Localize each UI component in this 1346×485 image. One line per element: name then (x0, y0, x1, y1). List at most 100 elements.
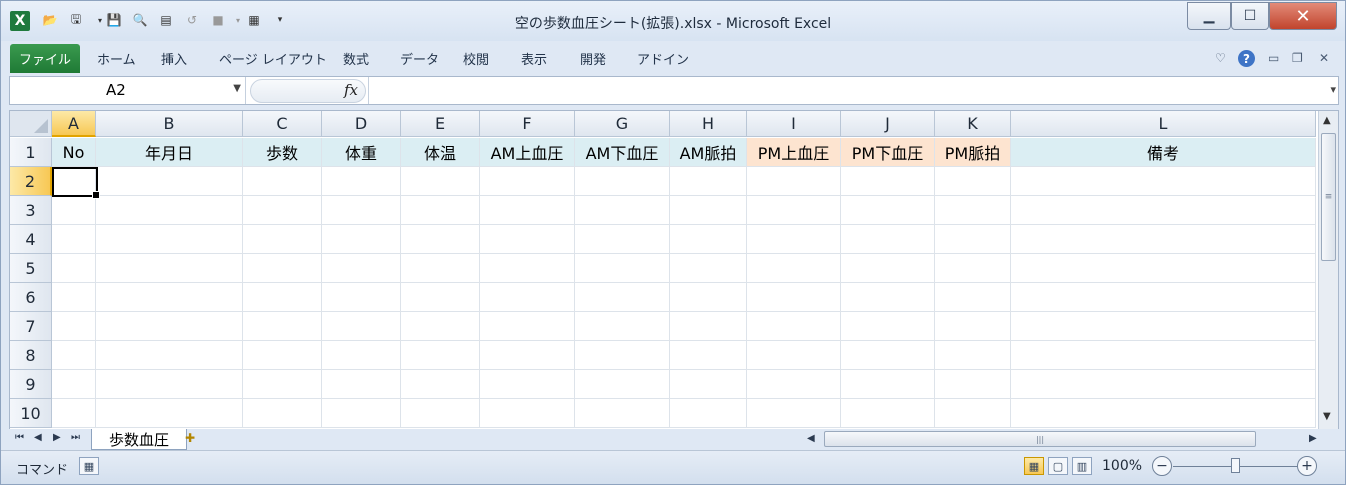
row-header-2[interactable]: 2 (10, 167, 52, 196)
cell-c5[interactable] (243, 254, 322, 283)
cell-b4[interactable] (96, 225, 243, 254)
cell-d5[interactable] (322, 254, 401, 283)
tab-formulas[interactable]: 数式 (343, 49, 369, 68)
scroll-down-icon[interactable]: ▼ (1323, 411, 1331, 422)
cell-e8[interactable] (401, 341, 480, 370)
row-header-6[interactable]: 6 (10, 283, 52, 312)
cell-a7[interactable] (52, 312, 96, 341)
cell-k9[interactable] (935, 370, 1011, 399)
cell-k7[interactable] (935, 312, 1011, 341)
active-cell-outline[interactable] (52, 167, 100, 199)
formula-input[interactable] (368, 77, 1318, 104)
name-box[interactable]: A2 ▼ (10, 77, 246, 104)
cell-i7[interactable] (747, 312, 841, 341)
column-header-l[interactable]: L (1011, 111, 1316, 137)
cell-d8[interactable] (322, 341, 401, 370)
header-cell-g[interactable]: AM下血圧 (575, 138, 670, 167)
horizontal-scrollbar[interactable]: ◀ ||| ▶ (799, 430, 1319, 449)
header-cell-h[interactable]: AM脈拍 (670, 138, 747, 167)
cell-i2[interactable] (747, 167, 841, 196)
zoom-slider-thumb[interactable] (1231, 458, 1240, 473)
column-header-b[interactable]: B (96, 111, 243, 137)
column-header-f[interactable]: F (480, 111, 575, 137)
cell-k6[interactable] (935, 283, 1011, 312)
header-cell-l[interactable]: 備考 (1011, 138, 1316, 167)
cell-i9[interactable] (747, 370, 841, 399)
cell-h6[interactable] (670, 283, 747, 312)
cell-i8[interactable] (747, 341, 841, 370)
cell-h2[interactable] (670, 167, 747, 196)
cell-k2[interactable] (935, 167, 1011, 196)
cell-f7[interactable] (480, 312, 575, 341)
vertical-scrollbar[interactable]: ▲ ≡ ▼ (1318, 111, 1338, 429)
tab-home[interactable]: ホーム (97, 49, 136, 68)
cell-g9[interactable] (575, 370, 670, 399)
cell-a4[interactable] (52, 225, 96, 254)
cell-b8[interactable] (96, 341, 243, 370)
maximize-button[interactable]: ☐ (1231, 2, 1269, 30)
cell-k10[interactable] (935, 399, 1011, 428)
cell-a5[interactable] (52, 254, 96, 283)
select-all-button[interactable] (10, 111, 52, 137)
cell-b3[interactable] (96, 196, 243, 225)
cell-g5[interactable] (575, 254, 670, 283)
cell-f8[interactable] (480, 341, 575, 370)
cell-k5[interactable] (935, 254, 1011, 283)
cell-b9[interactable] (96, 370, 243, 399)
cell-c2[interactable] (243, 167, 322, 196)
cell-b10[interactable] (96, 399, 243, 428)
cell-j8[interactable] (841, 341, 935, 370)
row-header-8[interactable]: 8 (10, 341, 52, 370)
cell-e10[interactable] (401, 399, 480, 428)
cell-j2[interactable] (841, 167, 935, 196)
header-cell-i[interactable]: PM上血圧 (747, 138, 841, 167)
tab-developer[interactable]: 開発 (580, 49, 606, 68)
cell-k4[interactable] (935, 225, 1011, 254)
minimize-ribbon-icon[interactable]: ♡ (1215, 51, 1226, 65)
tab-data[interactable]: データ (400, 49, 439, 68)
cell-f5[interactable] (480, 254, 575, 283)
cell-a6[interactable] (52, 283, 96, 312)
cell-k8[interactable] (935, 341, 1011, 370)
column-header-h[interactable]: H (670, 111, 747, 137)
cell-j3[interactable] (841, 196, 935, 225)
column-header-d[interactable]: D (322, 111, 401, 137)
cell-l8[interactable] (1011, 341, 1316, 370)
minimize-button[interactable]: ▁ (1187, 2, 1231, 30)
scroll-left-icon[interactable]: ◀ (807, 433, 815, 444)
last-sheet-icon[interactable]: ⏭ (71, 432, 80, 443)
cell-j6[interactable] (841, 283, 935, 312)
zoom-in-button[interactable]: + (1297, 456, 1317, 476)
row-header-7[interactable]: 7 (10, 312, 52, 341)
first-sheet-icon[interactable]: ⏮ (15, 432, 24, 443)
cell-g7[interactable] (575, 312, 670, 341)
cell-g3[interactable] (575, 196, 670, 225)
cell-c6[interactable] (243, 283, 322, 312)
cell-h7[interactable] (670, 312, 747, 341)
cell-i4[interactable] (747, 225, 841, 254)
cell-i6[interactable] (747, 283, 841, 312)
cell-c9[interactable] (243, 370, 322, 399)
row-header-4[interactable]: 4 (10, 225, 52, 254)
next-sheet-icon[interactable]: ▶ (53, 432, 61, 443)
chevron-down-icon[interactable]: ▼ (233, 83, 241, 94)
cell-j4[interactable] (841, 225, 935, 254)
expand-formula-bar-icon[interactable]: ▾ (1330, 83, 1336, 96)
cell-e7[interactable] (401, 312, 480, 341)
scroll-up-icon[interactable]: ▲ (1323, 115, 1331, 126)
cell-c4[interactable] (243, 225, 322, 254)
cell-b7[interactable] (96, 312, 243, 341)
header-cell-b[interactable]: 年月日 (96, 138, 243, 167)
cell-f2[interactable] (480, 167, 575, 196)
row-header-1[interactable]: 1 (10, 138, 52, 167)
cell-l6[interactable] (1011, 283, 1316, 312)
cell-g6[interactable] (575, 283, 670, 312)
cell-f6[interactable] (480, 283, 575, 312)
cell-a8[interactable] (52, 341, 96, 370)
tab-insert[interactable]: 挿入 (161, 49, 187, 68)
cell-g10[interactable] (575, 399, 670, 428)
cell-c3[interactable] (243, 196, 322, 225)
cell-l4[interactable] (1011, 225, 1316, 254)
worksheet-grid[interactable]: ABCDEFGHIJKL 1 2 3 4 5 6 7 8 9 10 No 年月日 歩数 体重 体温 AM上血… (9, 110, 1339, 430)
cell-e6[interactable] (401, 283, 480, 312)
